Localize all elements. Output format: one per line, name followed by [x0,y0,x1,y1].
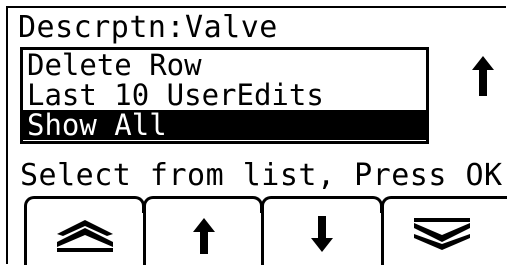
instruction-prompt: Select from list, Press OK [20,158,503,193]
list-item-show-all[interactable]: Show All [23,110,426,140]
option-listbox[interactable]: Delete Row Last 10 UserEdits Show All [20,47,429,144]
page-up-softkey[interactable] [24,196,145,265]
page-down-softkey[interactable] [381,196,507,265]
list-item-last-10-user-edits[interactable]: Last 10 UserEdits [23,80,426,110]
softkey-bar [24,196,507,265]
scroll-down-softkey[interactable] [261,196,383,265]
double-chevron-up-icon [57,220,113,252]
arrow-up-icon [472,56,494,96]
arrow-up-icon [193,218,215,254]
page-title: Descrptn:Valve [18,10,278,45]
arrow-down-icon [311,216,333,252]
list-item-delete-row[interactable]: Delete Row [23,50,426,80]
scroll-up-indicator [471,54,495,98]
scroll-up-softkey[interactable] [143,196,263,265]
double-chevron-down-icon [414,218,470,250]
